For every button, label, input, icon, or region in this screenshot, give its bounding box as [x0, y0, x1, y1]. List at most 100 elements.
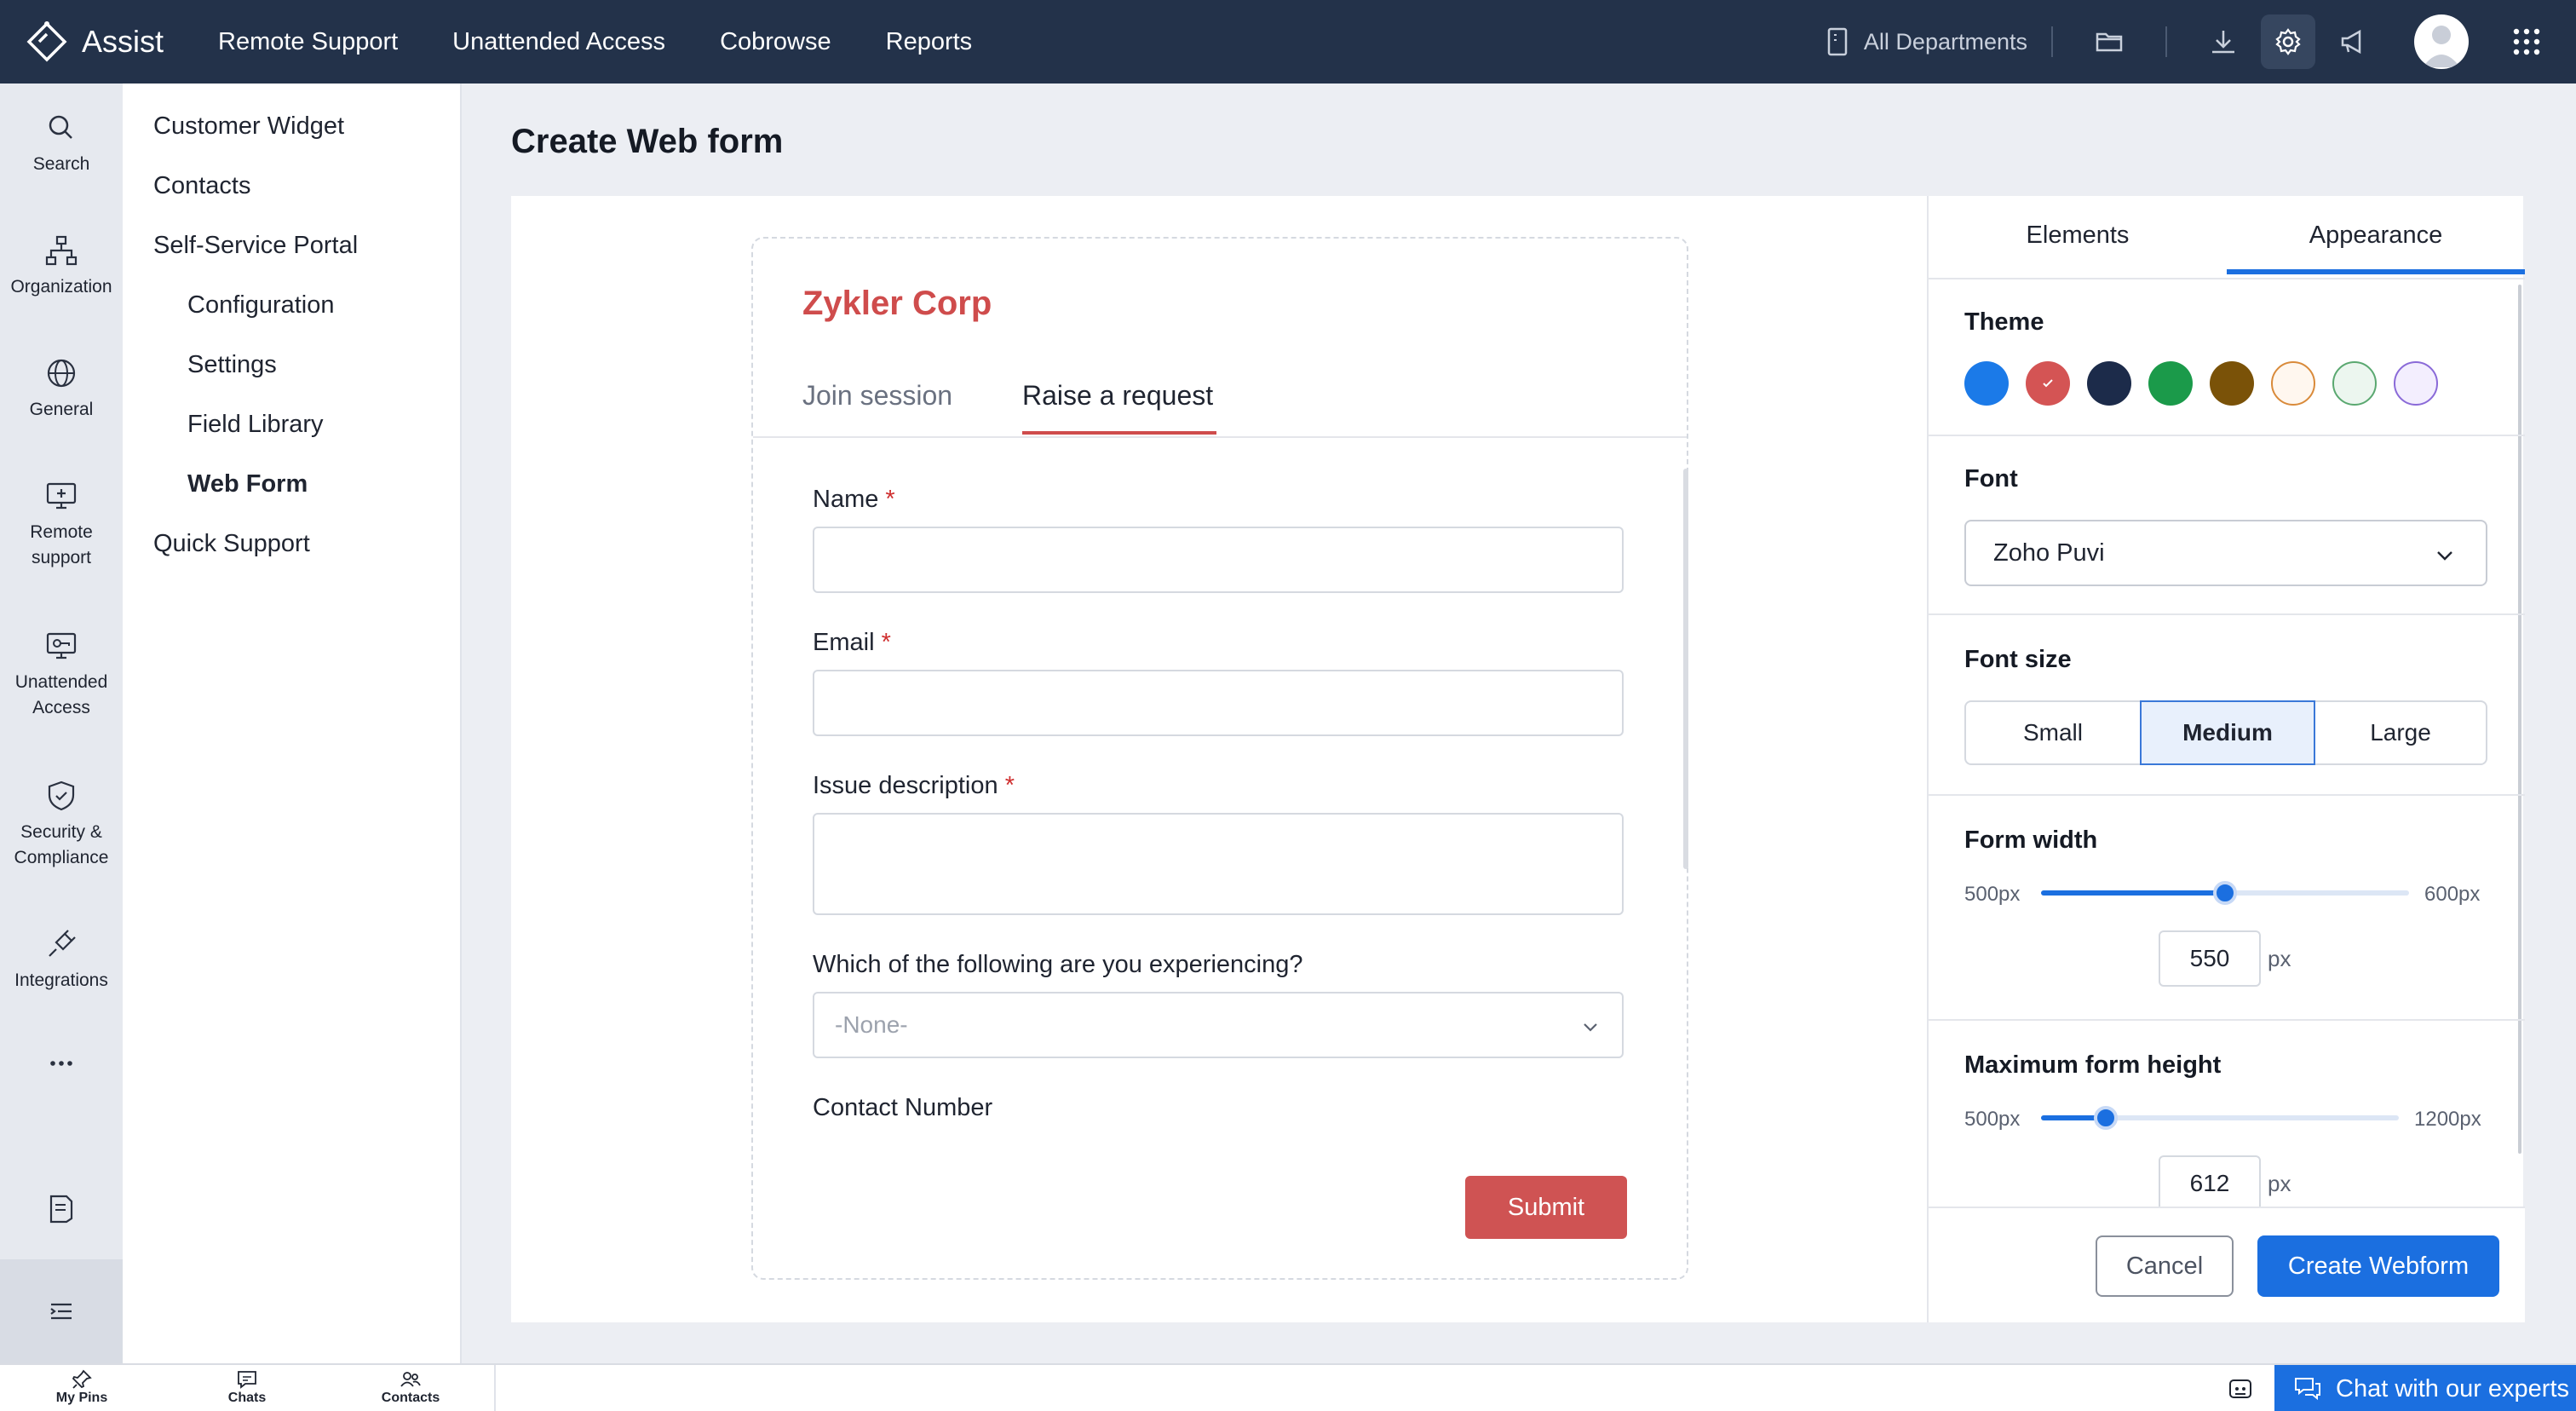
subnav-configuration[interactable]: Configuration — [187, 291, 335, 320]
issue-label: Issue description * — [813, 772, 1015, 800]
search-icon — [49, 115, 72, 139]
topnav-cobrowse[interactable]: Cobrowse — [720, 28, 831, 56]
height-input[interactable]: 612 — [2159, 1155, 2261, 1212]
theme-swatch-lavender[interactable] — [2394, 361, 2438, 406]
bottom-item-contacts[interactable]: Contacts — [368, 1368, 453, 1406]
chat-bubbles-icon — [2295, 1378, 2320, 1401]
tab-elements[interactable]: Elements — [1929, 222, 2227, 250]
rail-item-security[interactable]: Security & Compliance — [0, 779, 123, 871]
topnav-unattended-access[interactable]: Unattended Access — [452, 28, 665, 56]
announcements-button[interactable] — [2336, 25, 2370, 59]
theme-swatch-brown[interactable] — [2210, 361, 2254, 406]
font-size-medium[interactable]: Medium — [2140, 700, 2315, 765]
tab-join-session[interactable]: Join session — [802, 380, 952, 412]
width-input[interactable]: 550 — [2159, 930, 2261, 987]
folder-button[interactable] — [2092, 25, 2126, 59]
subnav-web-form[interactable]: Web Form — [187, 470, 308, 498]
subnav-contacts[interactable]: Contacts — [153, 172, 250, 200]
rail-more-button[interactable] — [0, 1046, 123, 1087]
department-selector[interactable]: All Departments — [1826, 27, 2027, 56]
font-size-large[interactable]: Large — [2314, 700, 2487, 765]
rail-label: Security & Compliance — [14, 822, 109, 867]
folder-icon — [2096, 32, 2123, 52]
rail-item-general[interactable]: General — [0, 356, 123, 423]
divider — [1929, 435, 2525, 436]
divider — [494, 1365, 496, 1411]
rail-collapse-button[interactable] — [0, 1259, 123, 1363]
email-field[interactable] — [813, 670, 1624, 736]
form-scrollbar[interactable] — [1683, 469, 1688, 869]
panel-scrollbar[interactable] — [2518, 285, 2521, 1154]
divider — [1929, 613, 2525, 615]
rail-item-organization[interactable]: Organization — [0, 233, 123, 300]
width-slider-fill — [2041, 890, 2225, 896]
submit-button[interactable]: Submit — [1465, 1176, 1627, 1239]
chevron-down-icon — [1584, 1023, 1597, 1032]
height-slider-thumb[interactable] — [2094, 1106, 2118, 1130]
support-bot-icon[interactable] — [2225, 1374, 2256, 1404]
theme-swatch-blue[interactable] — [1964, 361, 2009, 406]
create-webform-button[interactable]: Create Webform — [2257, 1235, 2499, 1297]
tab-raise-request[interactable]: Raise a request — [1022, 380, 1213, 412]
theme-swatch-red[interactable] — [2026, 361, 2070, 406]
bottom-item-my-pins[interactable]: My Pins — [39, 1368, 124, 1406]
organization-icon — [45, 235, 78, 266]
rail-label: General — [29, 400, 94, 419]
rail-item-search[interactable]: Search — [0, 111, 123, 177]
bottom-item-chats[interactable]: Chats — [204, 1368, 290, 1406]
avatar[interactable] — [2414, 14, 2469, 69]
required-mark: * — [1004, 772, 1015, 799]
settings-subnav: Customer Widget Contacts Self-Service Po… — [123, 84, 462, 1363]
font-size-small[interactable]: Small — [1964, 700, 2142, 765]
apps-button[interactable] — [2510, 25, 2544, 59]
subnav-quick-support[interactable]: Quick Support — [153, 530, 310, 558]
subnav-self-service-portal[interactable]: Self-Service Portal — [153, 232, 358, 260]
issue-description-field[interactable] — [813, 813, 1624, 915]
rail-tags-button[interactable] — [0, 1191, 123, 1232]
theme-swatch-peach[interactable] — [2271, 361, 2315, 406]
topnav-reports[interactable]: Reports — [886, 28, 973, 56]
bottom-item-label: Contacts — [381, 1391, 440, 1405]
app-logo[interactable]: Assist — [26, 20, 196, 63]
name-label: Name * — [813, 486, 895, 514]
subnav-field-library[interactable]: Field Library — [187, 411, 324, 439]
height-unit: px — [2268, 1171, 2291, 1196]
rail-item-remote-support[interactable]: Remote support — [0, 479, 123, 571]
top-right-actions: All Departments — [1826, 0, 2576, 84]
more-dots-icon — [50, 1061, 72, 1066]
font-select[interactable]: Zoho Puvi — [1964, 520, 2487, 586]
tab-appearance[interactable]: Appearance — [2227, 222, 2525, 250]
active-tab-indicator — [2227, 269, 2525, 274]
contact-number-label: Contact Number — [813, 1094, 993, 1121]
font-size-title: Font size — [1964, 646, 2072, 673]
theme-swatch-green[interactable] — [2148, 361, 2193, 406]
settings-button[interactable] — [2261, 14, 2315, 69]
experience-select[interactable]: -None- — [813, 992, 1624, 1058]
bottom-item-label: My Pins — [55, 1391, 108, 1405]
theme-swatch-navy[interactable] — [2087, 361, 2131, 406]
topnav-remote-support[interactable]: Remote Support — [218, 28, 398, 56]
megaphone-icon — [2341, 29, 2361, 55]
webform-preview: Zykler Corp Join session Raise a request… — [751, 237, 1688, 1280]
subnav-customer-widget[interactable]: Customer Widget — [153, 112, 344, 141]
download-icon — [2212, 31, 2234, 54]
divider — [1929, 278, 2525, 279]
chat-with-experts-button[interactable]: Chat with our experts — [2274, 1365, 2576, 1411]
name-field[interactable] — [813, 527, 1624, 593]
required-mark: * — [885, 486, 895, 513]
width-slider-thumb[interactable] — [2213, 881, 2237, 905]
rail-item-unattended-access[interactable]: Unattended Access — [0, 629, 123, 721]
subnav-settings[interactable]: Settings — [187, 351, 277, 379]
bottom-item-label: Chats — [227, 1391, 267, 1405]
unattended-access-icon — [46, 632, 77, 659]
chat-icon — [238, 1371, 256, 1389]
theme-swatch-mint[interactable] — [2332, 361, 2377, 406]
cancel-button[interactable]: Cancel — [2096, 1235, 2234, 1297]
bottom-bar: My Pins Chats Contacts Chat with our exp… — [0, 1363, 2576, 1411]
divider — [2165, 26, 2167, 57]
download-button[interactable] — [2206, 25, 2240, 59]
rail-item-integrations[interactable]: Integrations — [0, 927, 123, 993]
left-rail: Search Organization General Remote suppo… — [0, 84, 123, 1363]
font-select-value: Zoho Puvi — [1993, 538, 2105, 567]
experience-select-value: -None- — [835, 1011, 908, 1038]
